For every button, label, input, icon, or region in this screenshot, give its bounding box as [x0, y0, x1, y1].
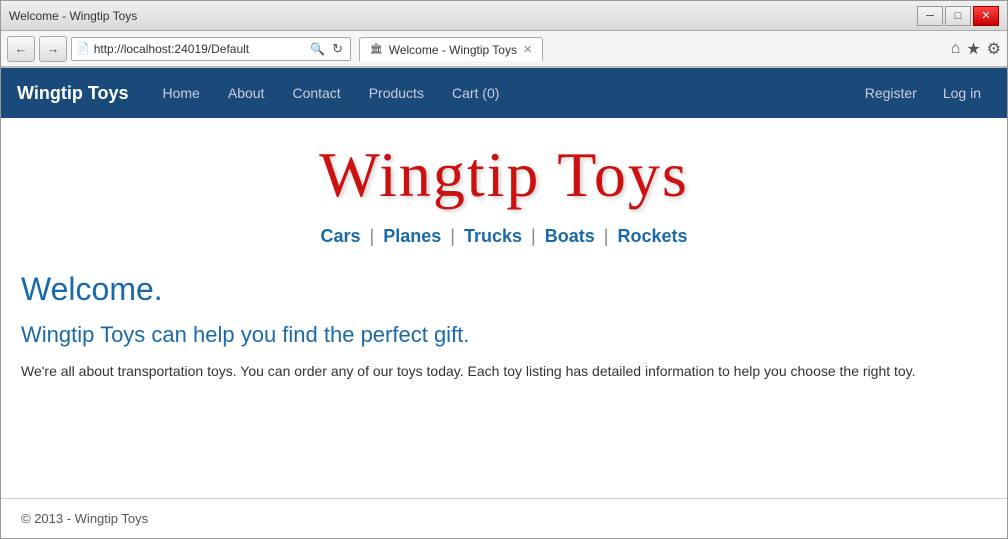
nav-cart[interactable]: Cart (0): [438, 71, 513, 115]
category-links: Cars | Planes | Trucks | Boats | Rockets: [21, 226, 987, 247]
site-title: Wingtip Toys: [21, 138, 987, 212]
category-cars[interactable]: Cars: [320, 226, 360, 246]
navbar: Wingtip Toys Home About Contact Products…: [1, 68, 1007, 118]
sep-2: |: [450, 226, 455, 246]
footer: © 2013 - Wingtip Toys: [1, 498, 1007, 538]
sep-3: |: [531, 226, 536, 246]
close-button[interactable]: ✕: [973, 6, 999, 26]
favorites-icon[interactable]: ★: [966, 39, 980, 59]
refresh-button[interactable]: ↻: [329, 41, 346, 57]
navbar-links: Home About Contact Products Cart (0): [149, 71, 514, 115]
navbar-brand[interactable]: Wingtip Toys: [17, 83, 129, 104]
category-rockets[interactable]: Rockets: [617, 226, 687, 246]
tab-favicon: 🏛: [370, 44, 383, 55]
tab-title: Welcome - Wingtip Toys: [389, 43, 517, 57]
browser-content: Wingtip Toys Home About Contact Products…: [1, 67, 1007, 538]
maximize-button[interactable]: □: [945, 6, 971, 26]
welcome-subheading: Wingtip Toys can help you find the perfe…: [21, 322, 987, 348]
category-planes[interactable]: Planes: [383, 226, 441, 246]
navbar-right: Register Log in: [855, 71, 991, 115]
footer-copyright: © 2013 - Wingtip Toys: [21, 511, 148, 526]
nav-products[interactable]: Products: [355, 71, 438, 115]
settings-icon[interactable]: ⚙: [987, 39, 1001, 59]
tab-close-button[interactable]: ✕: [523, 43, 532, 56]
url-bar[interactable]: 📄 🔍 ↻: [71, 37, 351, 61]
nav-login[interactable]: Log in: [933, 71, 991, 115]
address-bar: ← → 📄 🔍 ↻ 🏛 Welcome - Wingtip Toys ✕ ⌂ ★…: [1, 31, 1007, 67]
toolbar-right: ⌂ ★ ⚙: [951, 39, 1001, 59]
nav-contact[interactable]: Contact: [278, 71, 354, 115]
category-boats[interactable]: Boats: [545, 226, 595, 246]
nav-about[interactable]: About: [214, 71, 279, 115]
url-input[interactable]: [94, 42, 306, 56]
window-title: Welcome - Wingtip Toys: [9, 9, 137, 23]
search-icon[interactable]: 🔍: [310, 42, 325, 56]
nav-register[interactable]: Register: [855, 71, 927, 115]
back-button[interactable]: ←: [7, 36, 35, 62]
main-content: Wingtip Toys Cars | Planes | Trucks | Bo…: [1, 118, 1007, 498]
window-controls: ─ □ ✕: [917, 6, 999, 26]
welcome-heading: Welcome.: [21, 271, 987, 308]
title-bar: Welcome - Wingtip Toys ─ □ ✕: [1, 1, 1007, 31]
category-trucks[interactable]: Trucks: [464, 226, 522, 246]
forward-button[interactable]: →: [39, 36, 67, 62]
nav-home[interactable]: Home: [149, 71, 214, 115]
welcome-body: We're all about transportation toys. You…: [21, 360, 921, 382]
active-tab[interactable]: 🏛 Welcome - Wingtip Toys ✕: [359, 37, 543, 61]
sep-1: |: [370, 226, 375, 246]
sep-4: |: [604, 226, 609, 246]
home-icon[interactable]: ⌂: [951, 40, 961, 58]
url-icon: 📄: [76, 42, 90, 55]
minimize-button[interactable]: ─: [917, 6, 943, 26]
